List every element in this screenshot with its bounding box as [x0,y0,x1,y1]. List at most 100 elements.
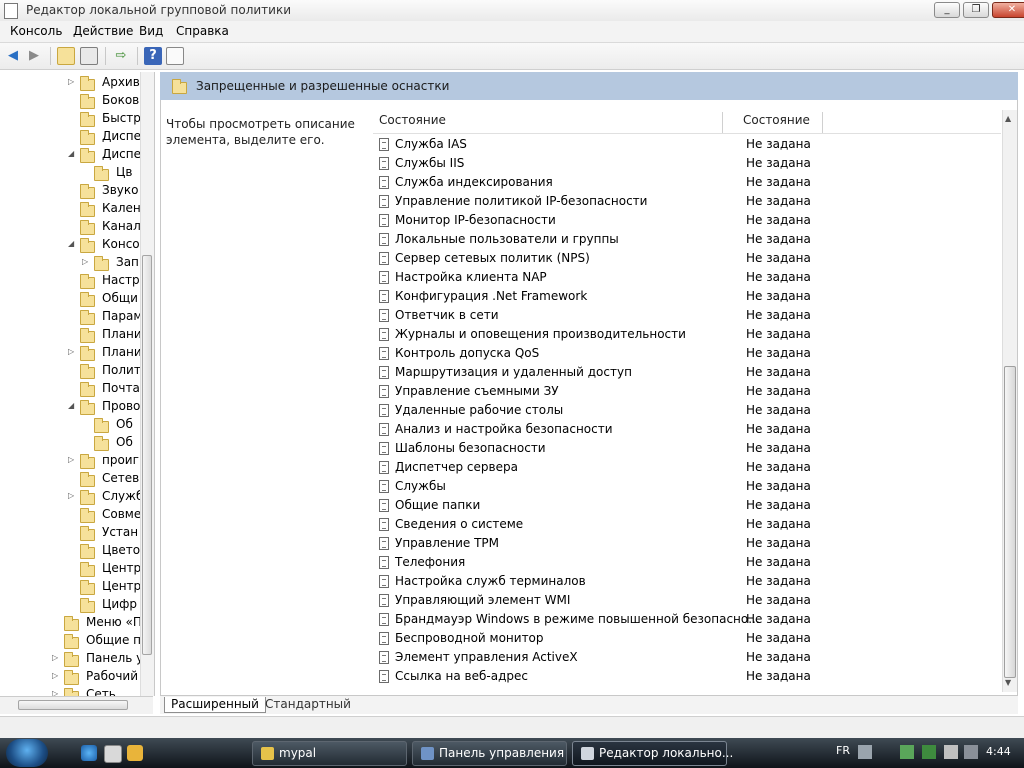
minimize-button[interactable]: _ [934,2,960,18]
list-vertical-scrollbar[interactable]: ▲ ▼ [1002,110,1017,692]
column-separator[interactable] [722,112,723,133]
list-scroll-thumb[interactable] [1004,366,1016,678]
maximize-button[interactable]: ❐ [963,2,989,18]
expand-arrow-icon[interactable]: ▷ [82,258,90,266]
expand-arrow-icon[interactable] [68,546,76,554]
menu-console[interactable]: Консоль [10,24,62,38]
show-hide-tree-icon[interactable] [80,47,98,65]
expand-arrow-icon[interactable] [68,312,76,320]
expand-arrow-icon[interactable] [68,276,76,284]
setting-name[interactable]: Диспетчер сервера [395,460,518,474]
expand-arrow-icon[interactable] [68,330,76,338]
setting-name[interactable]: Настройка клиента NAP [395,270,547,284]
tree-horizontal-scrollbar[interactable] [0,696,153,714]
export-list-icon[interactable]: ⇨ [112,47,130,65]
ie-icon[interactable] [81,745,97,761]
expand-arrow-icon[interactable] [82,168,90,176]
setting-name[interactable]: Управление политикой IP-безопасности [395,194,647,208]
expand-arrow-icon[interactable] [68,186,76,194]
expand-arrow-icon[interactable]: ▷ [52,672,60,680]
tab-standard[interactable]: Стандартный [259,697,357,713]
media-player-icon[interactable] [127,745,143,761]
menu-view[interactable]: Вид [139,24,163,38]
clock[interactable]: 4:44 [986,745,1011,758]
setting-name[interactable]: Сведения о системе [395,517,523,531]
collapse-arrow-icon[interactable]: ◢ [68,402,76,410]
expand-arrow-icon[interactable] [82,438,90,446]
expand-arrow-icon[interactable] [52,636,60,644]
menu-action[interactable]: Действие [73,24,133,38]
column-header-setting[interactable]: Состояние [379,113,446,133]
expand-arrow-icon[interactable] [68,222,76,230]
language-indicator[interactable]: FR [836,744,850,757]
tree-vertical-scrollbar[interactable] [140,72,154,696]
expand-arrow-icon[interactable] [68,294,76,302]
scroll-up-arrow-icon[interactable]: ▲ [1005,114,1011,123]
expand-arrow-icon[interactable]: ▷ [68,78,76,86]
setting-name[interactable]: Журналы и оповещения производительности [395,327,686,341]
setting-name[interactable]: Элемент управления ActiveX [395,650,578,664]
tab-extended[interactable]: Расширенный [164,697,266,713]
security-icon[interactable] [922,745,936,759]
tray-icon[interactable] [964,745,978,759]
setting-name[interactable]: Контроль допуска QoS [395,346,539,360]
expand-arrow-icon[interactable] [68,564,76,572]
setting-name[interactable]: Удаленные рабочие столы [395,403,563,417]
back-arrow-icon[interactable]: ◀ [4,47,22,65]
column-separator[interactable] [822,112,823,133]
collapse-arrow-icon[interactable]: ◢ [68,240,76,248]
setting-name[interactable]: Монитор IP-безопасности [395,213,556,227]
setting-name[interactable]: Управление съемными ЗУ [395,384,559,398]
setting-name[interactable]: Локальные пользователи и группы [395,232,619,246]
close-button[interactable]: ✕ [992,2,1024,18]
setting-name[interactable]: Служба IAS [395,137,467,151]
expand-arrow-icon[interactable]: ▷ [68,456,76,464]
keyboard-icon[interactable] [858,745,872,759]
setting-name[interactable]: Беспроводной монитор [395,631,544,645]
setting-name[interactable]: Анализ и настройка безопасности [395,422,613,436]
setting-name[interactable]: Шаблоны безопасности [395,441,546,455]
expand-arrow-icon[interactable] [68,600,76,608]
taskbar-button-mypal[interactable]: mypal [252,741,407,766]
forward-arrow-icon[interactable]: ▶ [25,47,43,65]
setting-name[interactable]: Телефония [395,555,465,569]
expand-arrow-icon[interactable] [68,582,76,590]
setting-name[interactable]: Управление TPM [395,536,499,550]
properties-icon[interactable] [166,47,184,65]
expand-arrow-icon[interactable] [52,618,60,626]
column-header-state[interactable]: Состояние [743,113,810,133]
setting-name[interactable]: Брандмауэр Windows в режиме повышенной б… [395,612,760,626]
taskbar-button-policy-editor[interactable]: Редактор локально... [572,741,733,766]
start-button[interactable] [6,739,48,767]
expand-arrow-icon[interactable] [68,510,76,518]
setting-name[interactable]: Сервер сетевых политик (NPS) [395,251,590,265]
tree-hscroll-thumb[interactable] [18,700,128,710]
expand-arrow-icon[interactable] [68,528,76,536]
network-icon[interactable] [900,745,914,759]
taskbar-button-control-panel[interactable]: Панель управления [412,741,567,766]
expand-arrow-icon[interactable] [68,204,76,212]
expand-arrow-icon[interactable]: ▷ [52,654,60,662]
show-desktop-icon[interactable] [104,745,122,763]
setting-name[interactable]: Маршрутизация и удаленный доступ [395,365,632,379]
setting-name[interactable]: Управляющий элемент WMI [395,593,570,607]
expand-arrow-icon[interactable] [68,132,76,140]
setting-name[interactable]: Службы IIS [395,156,464,170]
expand-arrow-icon[interactable] [68,114,76,122]
setting-name[interactable]: Служба индексирования [395,175,553,189]
title-bar[interactable]: Редактор локальной групповой политики _ … [0,0,1024,22]
setting-name[interactable]: Настройка служб терминалов [395,574,586,588]
menu-help[interactable]: Справка [176,24,229,38]
expand-arrow-icon[interactable] [82,420,90,428]
expand-arrow-icon[interactable]: ▷ [68,492,76,500]
tree-scroll-thumb[interactable] [142,255,152,655]
expand-arrow-icon[interactable] [68,366,76,374]
expand-arrow-icon[interactable]: ▷ [68,348,76,356]
volume-mute-icon[interactable] [944,745,958,759]
help-icon[interactable]: ? [144,47,162,65]
scroll-down-arrow-icon[interactable]: ▼ [1005,678,1011,687]
expand-arrow-icon[interactable] [68,474,76,482]
expand-arrow-icon[interactable] [68,96,76,104]
up-folder-icon[interactable] [57,47,75,65]
setting-name[interactable]: Ссылка на веб-адрес [395,669,528,683]
